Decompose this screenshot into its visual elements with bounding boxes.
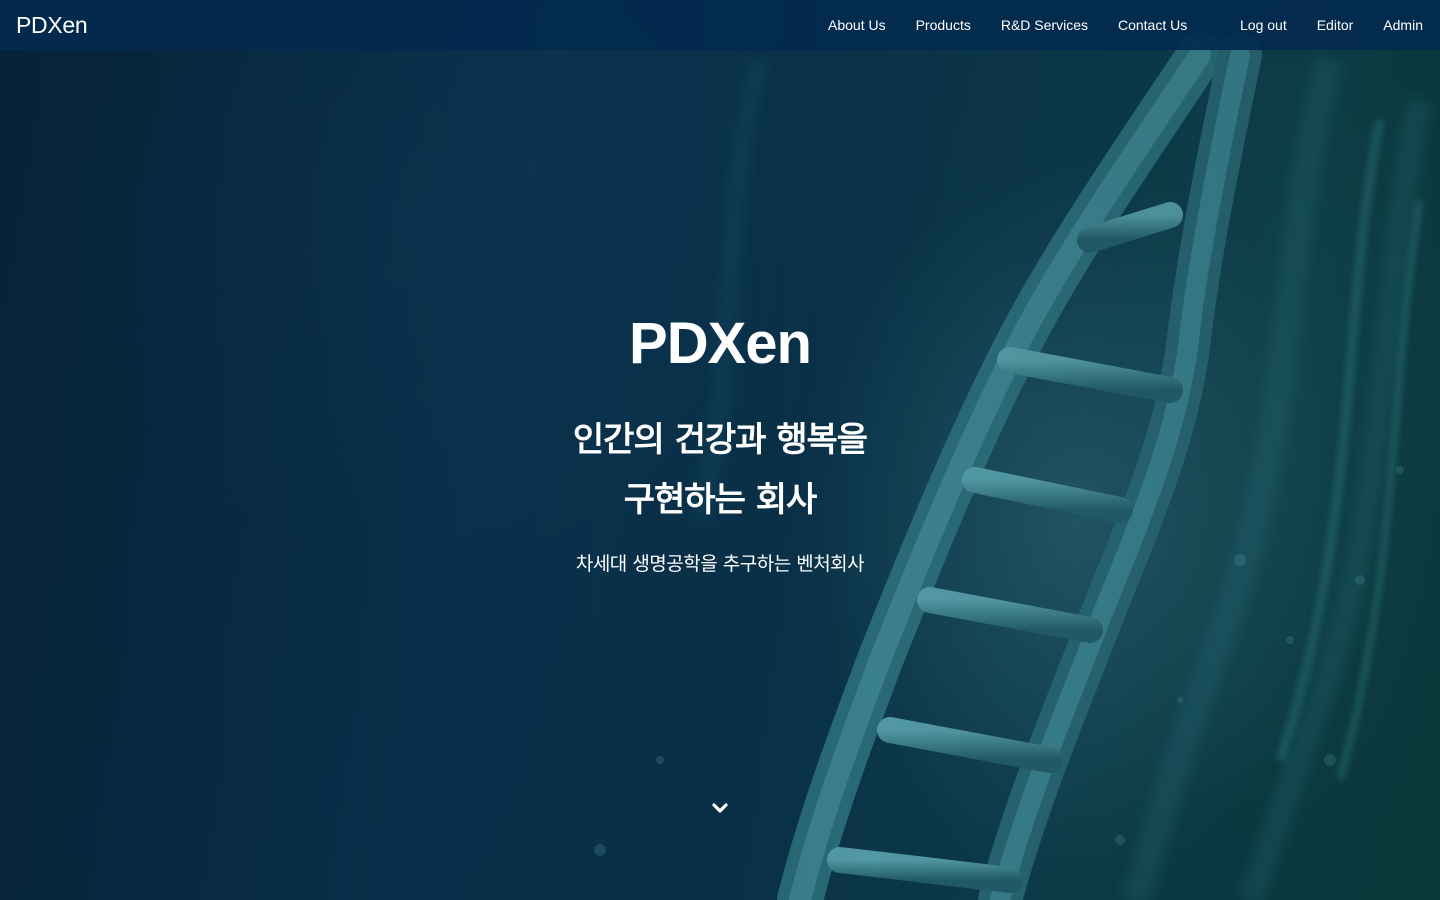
top-navbar: PDXen About Us Products R&D Services Con… <box>0 0 1440 50</box>
nav-link-log-out[interactable]: Log out <box>1225 0 1302 50</box>
nav-link-editor[interactable]: Editor <box>1302 0 1369 50</box>
chevron-down-icon <box>712 803 728 813</box>
nav-link-about-us[interactable]: About Us <box>813 0 901 50</box>
nav-item-log-out: Log out <box>1225 0 1302 50</box>
nav-item-about-us: About Us <box>813 0 901 50</box>
hero-title: PDXen <box>629 311 812 376</box>
brand-logo-link[interactable]: PDXen <box>16 12 88 38</box>
nav-item-admin: Admin <box>1368 0 1438 50</box>
nav-link-products[interactable]: Products <box>901 0 986 50</box>
nav-item-editor: Editor <box>1302 0 1369 50</box>
nav-item-contact-us: Contact Us <box>1103 0 1202 50</box>
hero-heading: 인간의 건강과 행복을 구현하는 회사 <box>0 410 1440 530</box>
nav-item-products: Products <box>901 0 986 50</box>
nav-link-rd-services[interactable]: R&D Services <box>986 0 1103 50</box>
account-nav: Log out Editor Admin <box>1225 0 1438 50</box>
nav-link-admin[interactable]: Admin <box>1368 0 1438 50</box>
page: PDXen About Us Products R&D Services Con… <box>0 0 1440 900</box>
hero-section: PDXen 인간의 건강과 행복을 구현하는 회사 차세대 생명공학을 추구하는… <box>0 0 1440 900</box>
scroll-down-button[interactable] <box>708 798 732 818</box>
hero-heading-line-2: 구현하는 회사 <box>623 480 818 520</box>
nav-link-contact-us[interactable]: Contact Us <box>1103 0 1202 50</box>
hero-subheading: 차세대 생명공학을 추구하는 벤처회사 <box>575 553 865 575</box>
hero-heading-line-1: 인간의 건강과 행복을 <box>572 420 868 460</box>
nav-item-rd-services: R&D Services <box>986 0 1103 50</box>
main-nav: About Us Products R&D Services Contact U… <box>813 0 1202 50</box>
